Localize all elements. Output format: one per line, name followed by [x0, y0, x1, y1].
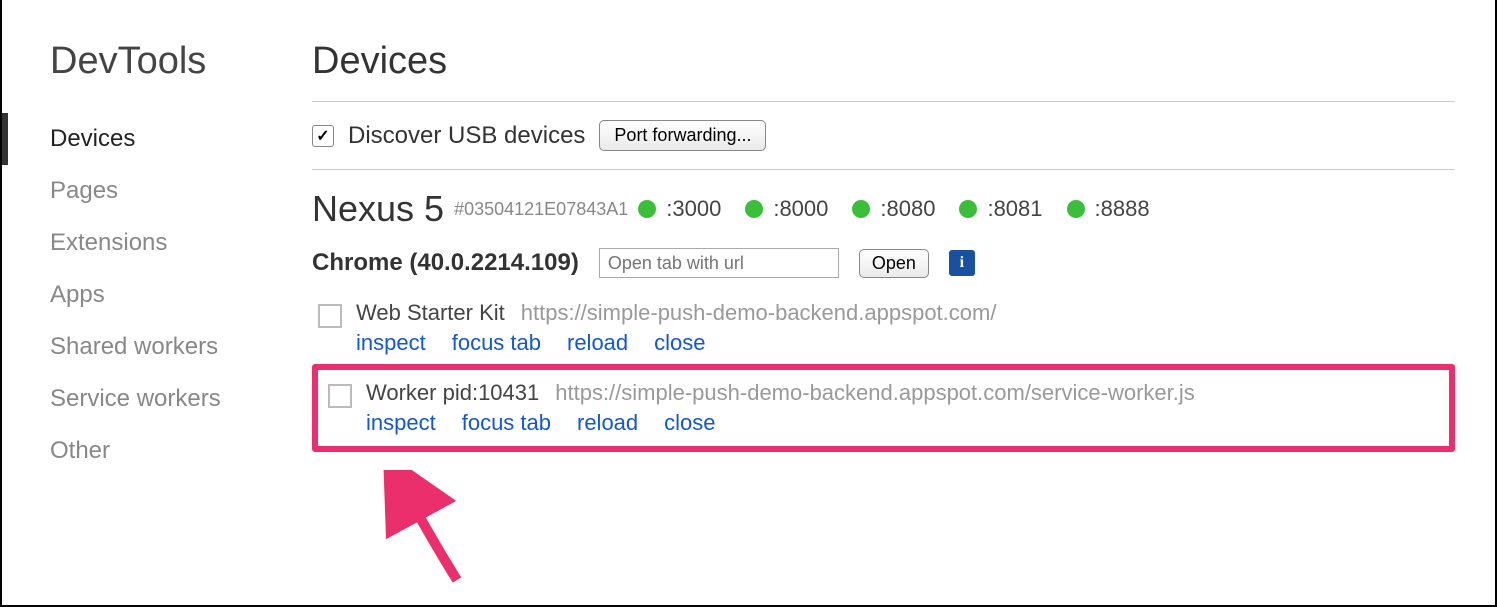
- close-link[interactable]: close: [664, 410, 715, 436]
- discover-usb-checkbox[interactable]: [312, 125, 334, 147]
- port-label: :8081: [987, 196, 1042, 222]
- favicon-placeholder: [328, 384, 352, 408]
- port-forwarding-button[interactable]: Port forwarding...: [599, 120, 766, 151]
- close-link[interactable]: close: [654, 330, 705, 356]
- main-panel: Devices Discover USB devices Port forwar…: [282, 0, 1495, 605]
- discover-usb-label: Discover USB devices: [348, 122, 585, 150]
- sidebar-item-apps[interactable]: Apps: [2, 269, 282, 321]
- page-title: Devices: [312, 40, 1455, 83]
- sidebar-item-service-workers[interactable]: Service workers: [2, 373, 282, 425]
- device-id: #03504121E07843A1: [454, 199, 628, 220]
- open-tab-url-input[interactable]: [599, 248, 839, 278]
- browser-name: Chrome (40.0.2214.109): [312, 249, 579, 277]
- brand-title: DevTools: [2, 40, 282, 83]
- focus-tab-link[interactable]: focus tab: [452, 330, 541, 356]
- port-label: :8000: [773, 196, 828, 222]
- annotation-highlight-box: Worker pid:10431 https://simple-push-dem…: [312, 364, 1455, 452]
- sidebar: DevTools Devices Pages Extensions Apps S…: [2, 0, 282, 605]
- sidebar-item-shared-workers[interactable]: Shared workers: [2, 321, 282, 373]
- sidebar-item-other[interactable]: Other: [2, 425, 282, 477]
- port-label: :8080: [880, 196, 935, 222]
- divider: [312, 101, 1455, 102]
- sidebar-item-devices[interactable]: Devices: [2, 113, 282, 165]
- device-name: Nexus 5: [312, 188, 444, 230]
- target-title: Web Starter Kit: [356, 300, 505, 326]
- port-label: :3000: [666, 196, 721, 222]
- divider: [312, 169, 1455, 170]
- port-status-dot: [745, 200, 763, 218]
- open-tab-button[interactable]: Open: [859, 249, 929, 278]
- port-status-dot: [959, 200, 977, 218]
- reload-link[interactable]: reload: [567, 330, 628, 356]
- port-status-dot: [852, 200, 870, 218]
- target-title: Worker pid:10431: [366, 380, 539, 406]
- inspect-link[interactable]: inspect: [356, 330, 426, 356]
- port-label: :8888: [1095, 196, 1150, 222]
- info-icon[interactable]: i: [949, 250, 975, 276]
- focus-tab-link[interactable]: focus tab: [462, 410, 551, 436]
- port-status-dot: [1067, 200, 1085, 218]
- target-url: https://simple-push-demo-backend.appspot…: [521, 300, 997, 326]
- target-url: https://simple-push-demo-backend.appspot…: [555, 380, 1195, 406]
- port-status-dot: [638, 200, 656, 218]
- inspect-link[interactable]: inspect: [366, 410, 436, 436]
- sidebar-item-pages[interactable]: Pages: [2, 165, 282, 217]
- inspect-target-row: Web Starter Kit https://simple-push-demo…: [312, 292, 1455, 364]
- reload-link[interactable]: reload: [577, 410, 638, 436]
- favicon-placeholder: [318, 304, 342, 328]
- inspect-target-row: Worker pid:10431 https://simple-push-dem…: [322, 372, 1445, 444]
- sidebar-item-extensions[interactable]: Extensions: [2, 217, 282, 269]
